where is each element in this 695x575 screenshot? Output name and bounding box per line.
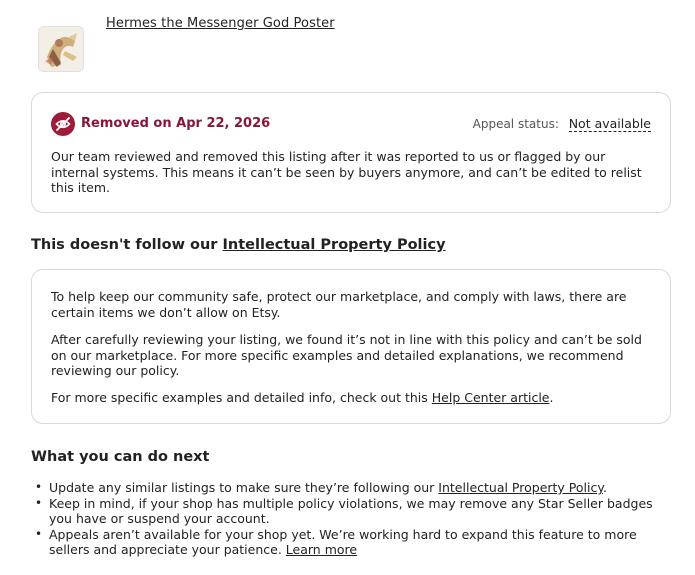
next-item-2-text: Keep in mind, if your shop has multiple … <box>49 495 653 527</box>
learn-more-link[interactable]: Learn more <box>286 542 357 557</box>
intellectual-property-policy-link[interactable]: Intellectual Property Policy <box>223 237 446 253</box>
next-steps-heading: What you can do next <box>31 449 210 465</box>
policy-paragraph-2: After carefully reviewing your listing, … <box>51 332 642 378</box>
help-center-suffix: . <box>549 390 554 405</box>
policy-details-card: To help keep our community safe, protect… <box>31 269 671 424</box>
help-center-article-link[interactable]: Help Center article <box>432 390 550 405</box>
listing-header: Hermes the Messenger God Poster <box>38 16 678 72</box>
removal-explanation: Our team reviewed and removed this listi… <box>51 149 642 195</box>
policy-heading: This doesn't follow our Intellectual Pro… <box>31 237 446 253</box>
removal-notice-card: Removed on Apr 22, 2026 Appeal status: N… <box>31 92 671 213</box>
bullet-icon: • <box>35 480 43 494</box>
intellectual-property-policy-link-2[interactable]: Intellectual Property Policy <box>438 480 603 495</box>
appeal-status: Appeal status: Not available <box>472 116 651 132</box>
removed-date-label: Removed on Apr 22, 2026 <box>81 116 271 131</box>
list-item: • Update any similar listings to make su… <box>33 480 673 496</box>
poster-thumbnail-image <box>39 27 83 71</box>
policy-paragraph-3: For more specific examples and detailed … <box>51 390 656 406</box>
next-item-1-suffix: . <box>602 480 607 495</box>
list-item: • Keep in mind, if your shop has multipl… <box>33 496 673 527</box>
policy-paragraph-1: To help keep our community safe, protect… <box>51 289 627 320</box>
appeal-status-label: Appeal status: <box>472 117 559 131</box>
bullet-icon: • <box>35 526 43 541</box>
appeal-status-value[interactable]: Not available <box>568 116 651 132</box>
listing-title-link[interactable]: Hermes the Messenger God Poster <box>106 16 335 31</box>
list-item: • Appeals aren’t available for your shop… <box>33 527 673 558</box>
listing-thumbnail[interactable] <box>38 26 84 72</box>
next-item-1-text: Update any similar listings to make sure… <box>49 480 439 495</box>
bullet-icon: • <box>35 495 43 510</box>
policy-heading-text: This doesn't follow our <box>31 237 223 253</box>
help-center-prefix: For more specific examples and detailed … <box>51 390 432 405</box>
eye-slash-icon <box>51 112 75 136</box>
next-steps-list: • Update any similar listings to make su… <box>33 480 673 558</box>
